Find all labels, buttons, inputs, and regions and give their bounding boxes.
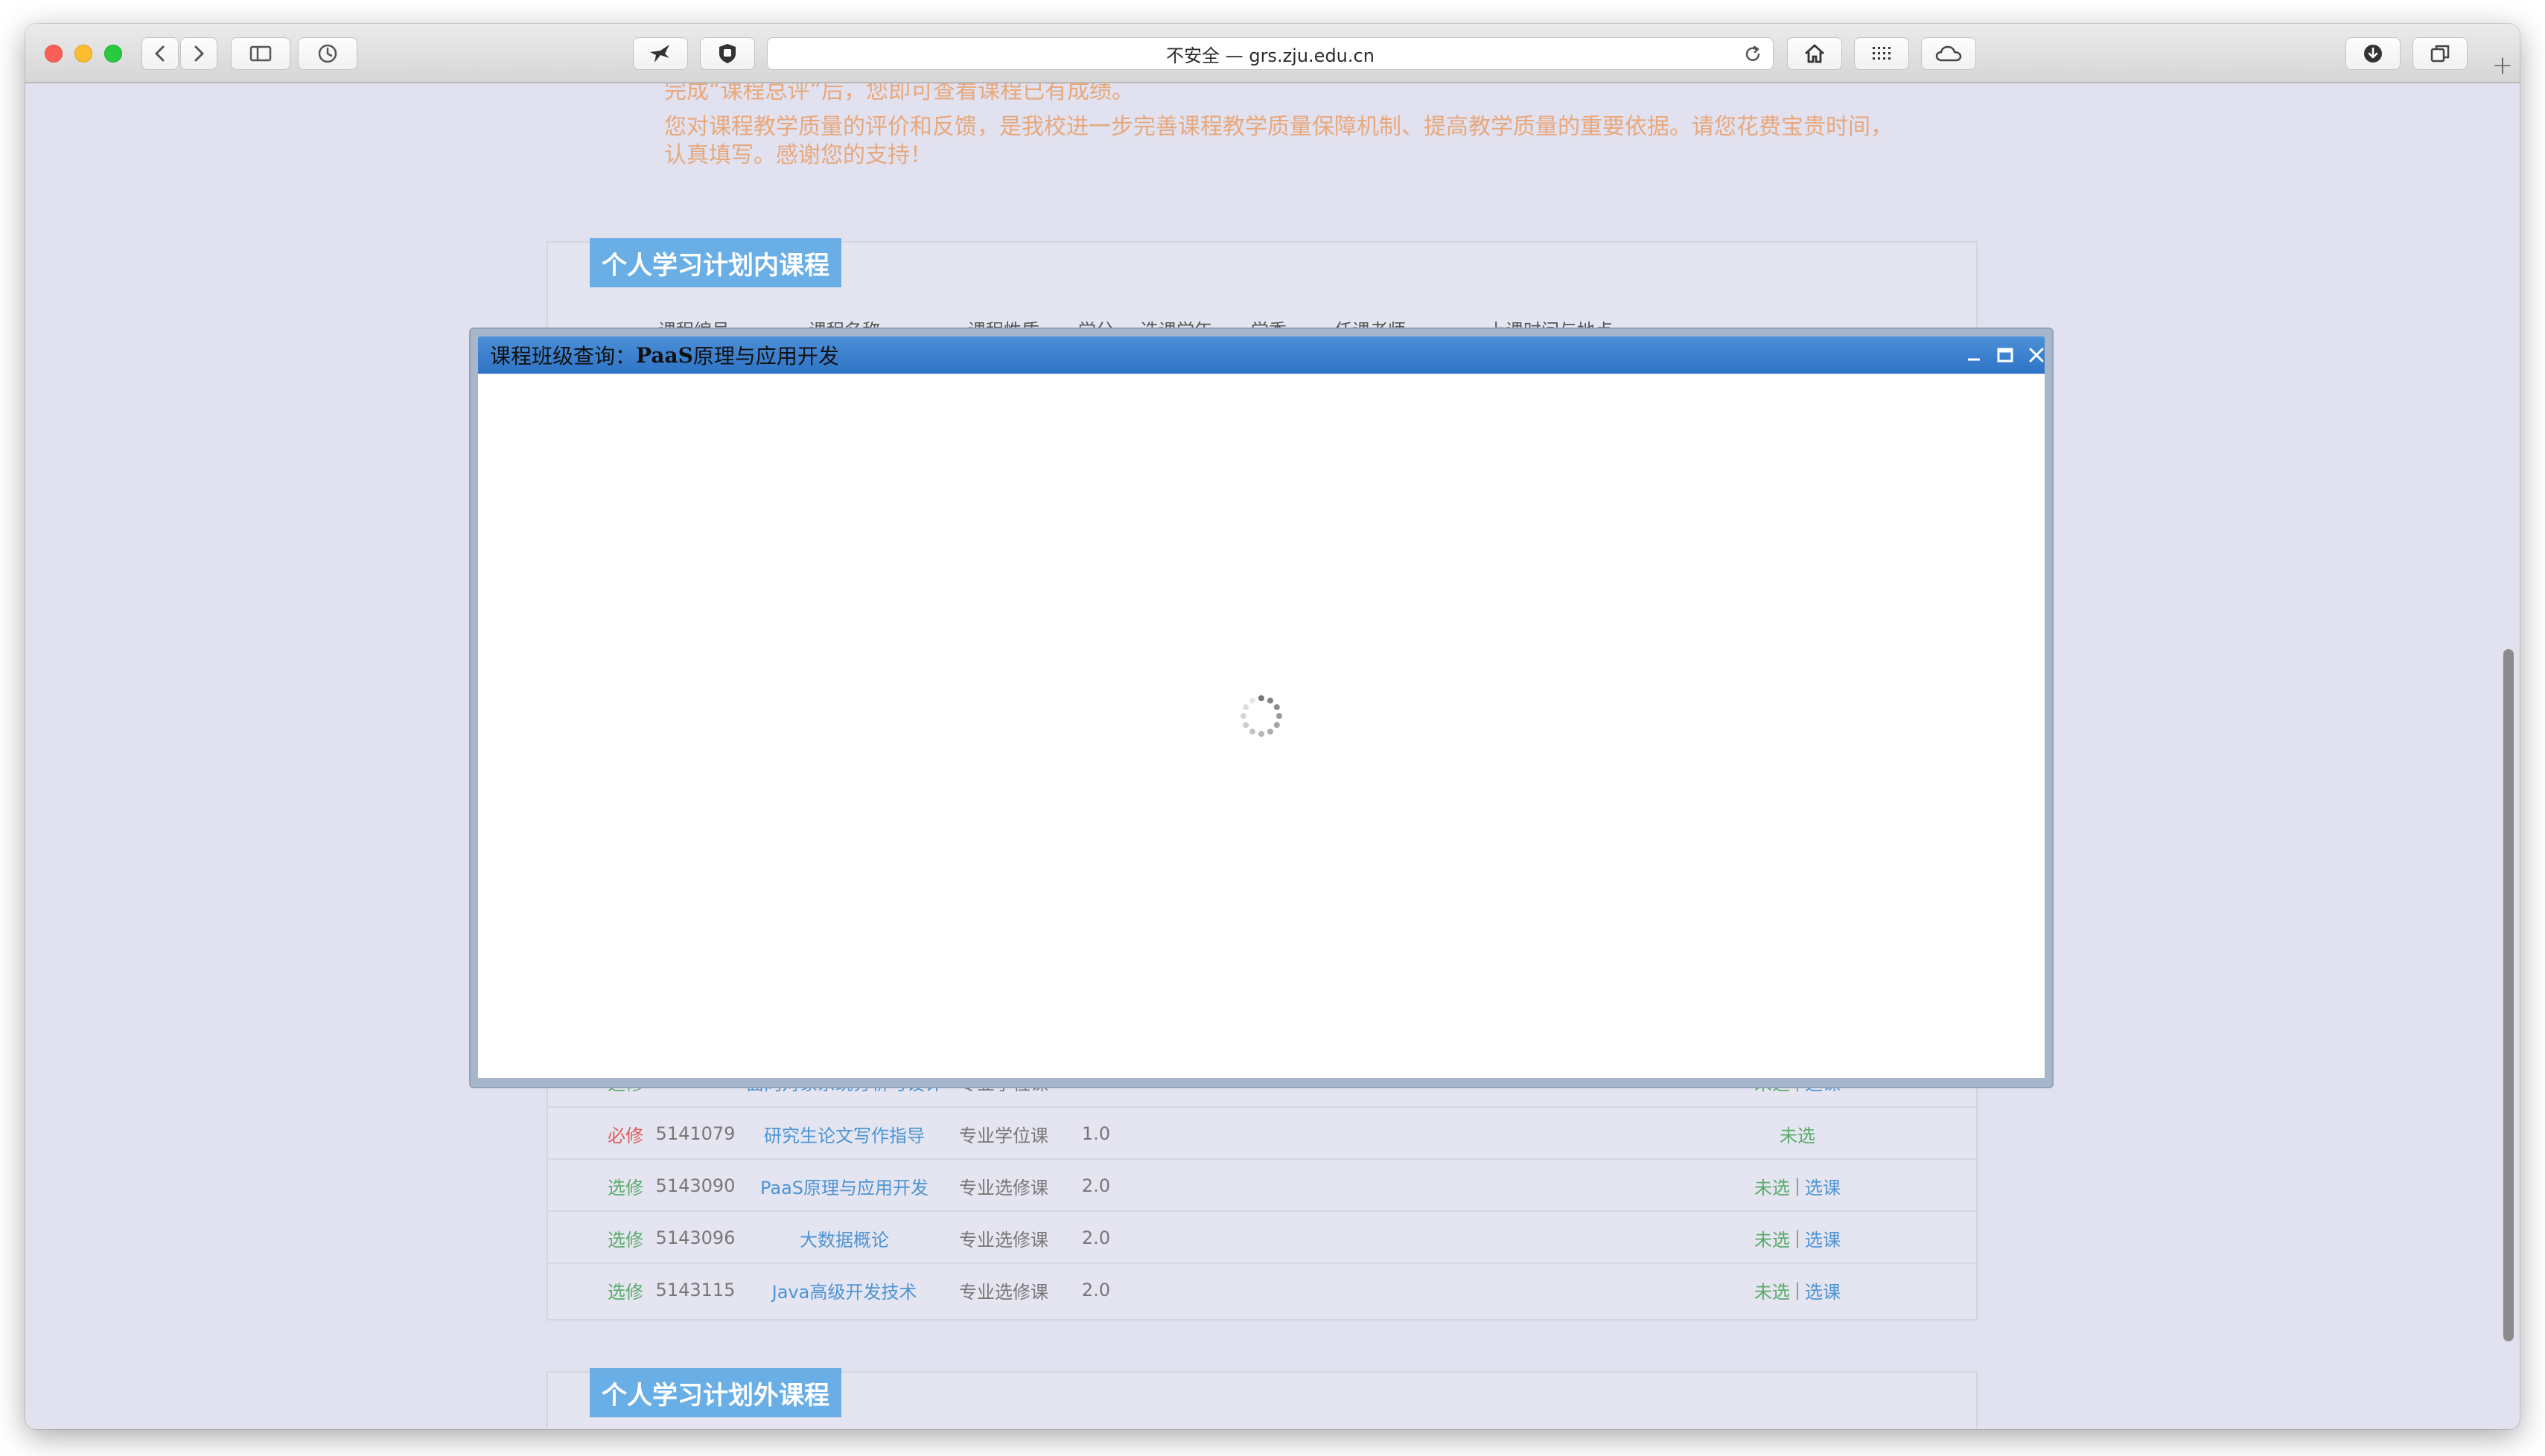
- table-row: 必修 5141079 研究生论文写作指导 专业学位课 1.0 未选: [548, 1108, 1976, 1160]
- course-code: 5141079: [655, 1123, 736, 1144]
- dialog-maximize-button[interactable]: [1993, 342, 2018, 368]
- status-text: 未选: [1780, 1125, 1815, 1146]
- dialog-header[interactable]: 课程班级查询： PaaS 原理与应用开发: [478, 336, 2045, 374]
- extension-bird-button[interactable]: [633, 37, 688, 70]
- page-scrollbar[interactable]: [2497, 83, 2518, 1429]
- cloud-icon: [1935, 45, 1962, 62]
- dialog-minimize-button[interactable]: [1961, 342, 1987, 368]
- select-course-link[interactable]: 选课: [1805, 1225, 1841, 1251]
- course-name-link[interactable]: 研究生论文写作指导: [764, 1108, 925, 1160]
- divider: |: [1794, 1175, 1801, 1196]
- dialog-body: [478, 374, 2045, 1078]
- extension-shield-button[interactable]: [700, 37, 755, 70]
- course-credit: 2.0: [1081, 1227, 1111, 1248]
- section-title-planned: 个人学习计划内课程: [590, 238, 841, 287]
- course-status: 未选|选课: [1754, 1212, 1841, 1264]
- course-status: 未选|选课: [1754, 1264, 1841, 1316]
- course-class-dialog: 课程班级查询： PaaS 原理与应用开发: [469, 328, 2054, 1088]
- reload-icon[interactable]: [1743, 45, 1762, 64]
- course-name-link[interactable]: Java高级开发技术: [772, 1264, 917, 1316]
- close-icon: [2029, 348, 2044, 363]
- back-button[interactable]: [141, 37, 179, 70]
- course-nature: 专业学位课: [959, 1125, 1048, 1146]
- sidebar-toggle-button[interactable]: [231, 37, 290, 70]
- close-window-button[interactable]: [45, 45, 63, 63]
- url-text: 不安全 — grs.zju.edu.cn: [1166, 45, 1375, 66]
- course-credit: 1.0: [1081, 1123, 1111, 1144]
- status-text: 未选: [1754, 1281, 1790, 1303]
- shield-icon: [719, 44, 736, 63]
- home-button[interactable]: [1787, 37, 1842, 70]
- dialog-title-course: PaaS: [636, 342, 693, 368]
- history-button[interactable]: [298, 37, 357, 70]
- dialog-close-button[interactable]: [2024, 342, 2049, 368]
- tabs-icon: [2430, 45, 2450, 63]
- cloud-button[interactable]: [1921, 37, 1976, 70]
- notice-line-0: 完成“课程总评”后，您即可查看课程已有成绩。: [664, 83, 1135, 104]
- scrollbar-thumb[interactable]: [2503, 649, 2514, 1341]
- status-text: 未选: [1754, 1177, 1790, 1198]
- notice-line-2: 认真填写。感谢您的支持！: [664, 142, 932, 168]
- course-type: 选修: [608, 1177, 643, 1198]
- table-row: 选修 5143090 PaaS原理与应用开发 专业选修课 2.0 未选 | 选课: [548, 1160, 1976, 1212]
- course-status: 未选|选课: [1754, 1160, 1841, 1212]
- course-name-link[interactable]: 大数据概论: [800, 1212, 889, 1264]
- course-credit: 2.0: [1081, 1280, 1111, 1300]
- course-name-link[interactable]: PaaS原理与应用开发: [760, 1160, 929, 1212]
- course-status: 未选: [1780, 1108, 1815, 1160]
- select-course-link[interactable]: 选课: [1805, 1173, 1841, 1199]
- downloads-button[interactable]: [2345, 37, 2401, 70]
- select-course-link[interactable]: 选课: [1805, 1277, 1841, 1303]
- course-code: 5143090: [655, 1175, 736, 1196]
- fullscreen-window-button[interactable]: [104, 45, 122, 63]
- minimize-icon: [1968, 358, 1980, 361]
- apps-button[interactable]: [1854, 37, 1909, 70]
- course-type: 选修: [608, 1229, 643, 1251]
- address-bar[interactable]: 不安全 — grs.zju.edu.cn: [767, 37, 1774, 70]
- chevron-right-icon: [194, 45, 204, 62]
- clock-icon: [318, 44, 337, 63]
- course-type: 选修: [608, 1281, 643, 1303]
- table-row: 选修 5143096 大数据概论 专业选修课 2.0 未选 | 选课: [548, 1212, 1976, 1264]
- sidebar-icon: [249, 45, 272, 62]
- loading-spinner-icon: [1240, 695, 1282, 737]
- divider: |: [1794, 1280, 1801, 1300]
- course-type: 必修: [608, 1125, 643, 1146]
- forward-button[interactable]: [180, 37, 217, 70]
- course-nature: 专业选修课: [959, 1229, 1048, 1251]
- new-tab-button[interactable]: +: [2485, 48, 2520, 83]
- dialog-title: 课程班级查询： PaaS 原理与应用开发: [490, 336, 839, 374]
- download-icon: [2364, 45, 2382, 63]
- minimize-window-button[interactable]: [74, 45, 92, 63]
- course-code: 5143115: [655, 1280, 736, 1300]
- course-nature: 专业选修课: [959, 1281, 1048, 1303]
- divider: |: [1794, 1227, 1801, 1248]
- status-text: 未选: [1754, 1229, 1790, 1251]
- section-title-unplanned: 个人学习计划外课程: [590, 1368, 841, 1417]
- page-viewport: 完成“课程总评”后，您即可查看课程已有成绩。 您对课程教学质量的评价和反馈，是我…: [25, 83, 2520, 1429]
- browser-window: 不安全 — grs.zju.edu.cn + 完成“课程总评”后，您即可查看课程…: [25, 24, 2520, 1429]
- browser-toolbar: 不安全 — grs.zju.edu.cn: [25, 24, 2520, 83]
- home-icon: [1805, 44, 1824, 63]
- course-nature: 专业选修课: [959, 1177, 1048, 1198]
- maximize-icon: [1997, 348, 2013, 363]
- dialog-title-prefix: 课程班级查询：: [490, 344, 637, 368]
- grid-icon: [1873, 47, 1891, 60]
- course-credit: 2.0: [1081, 1175, 1111, 1196]
- bird-icon: [650, 45, 669, 63]
- table-row: 选修 5143115 Java高级开发技术 专业选修课 2.0 未选 | 选课: [548, 1264, 1976, 1316]
- dialog-title-suffix: 原理与应用开发: [692, 344, 839, 368]
- chevron-left-icon: [155, 45, 165, 62]
- course-code: 5143096: [655, 1227, 736, 1248]
- notice-line-1: 您对课程教学质量的评价和反馈，是我校进一步完善课程教学质量保障机制、提高教学质量…: [664, 114, 1893, 140]
- tab-overview-button[interactable]: [2412, 37, 2468, 70]
